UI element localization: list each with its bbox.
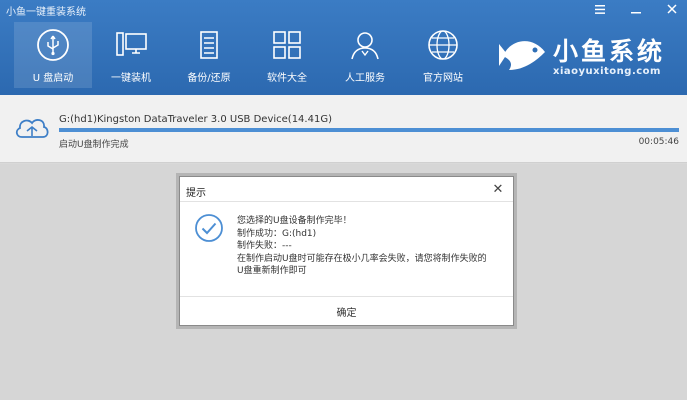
nav-item-service[interactable]: 人工服务 xyxy=(326,22,404,88)
main-nav: U 盘启动 一键装机 备份/还原 软件大全 人工服务 官方网站 xyxy=(14,22,482,88)
cloud-usb-icon xyxy=(14,115,50,145)
brand-name: 小鱼系统 xyxy=(553,37,666,66)
header-bar: 小鱼一键重装系统 U 盘启动 一键装机 备份/还原 软件大全 人工服务 官方网站… xyxy=(0,0,687,95)
nav-label: 人工服务 xyxy=(345,73,385,84)
close-window-icon[interactable] xyxy=(665,2,679,16)
message-line: U盘重新制作即可 xyxy=(237,266,307,276)
nav-item-usb-boot[interactable]: U 盘启动 xyxy=(14,22,92,88)
elapsed-time: 00:05:46 xyxy=(638,137,679,147)
message-line: 您选择的U盘设备制作完毕！ xyxy=(237,216,352,226)
window-controls xyxy=(593,2,679,16)
nav-item-software[interactable]: 软件大全 xyxy=(248,22,326,88)
nav-label: 一键装机 xyxy=(111,73,151,84)
nav-label: U 盘启动 xyxy=(32,73,74,84)
nav-item-website[interactable]: 官方网站 xyxy=(404,22,482,88)
apps-grid-icon xyxy=(270,28,304,62)
nav-label: 备份/还原 xyxy=(187,73,231,84)
progress-panel: G:(hd1)Kingston DataTraveler 3.0 USB Dev… xyxy=(0,95,687,163)
minimize-icon[interactable] xyxy=(629,2,643,16)
user-service-icon xyxy=(348,28,382,62)
close-icon[interactable]: ✕ xyxy=(491,182,505,197)
backup-icon xyxy=(192,28,226,62)
message-line: 制作失败：--- xyxy=(237,241,292,251)
device-name: G:(hd1)Kingston DataTraveler 3.0 USB Dev… xyxy=(59,114,332,125)
ok-button[interactable]: 确定 xyxy=(180,297,513,325)
menu-icon[interactable] xyxy=(593,2,607,16)
progress-status: 启动U盘制作完成 xyxy=(59,140,129,150)
progress-fill xyxy=(59,128,679,132)
nav-item-backup-restore[interactable]: 备份/还原 xyxy=(170,22,248,88)
fish-logo-icon xyxy=(499,41,545,70)
message-line: 在制作启动U盘时可能存在极小几率会失败，请您将制作失败的 xyxy=(237,253,487,264)
brand-logo: 小鱼系统 xiaoyuxitong.com xyxy=(497,30,677,86)
brand-url: xiaoyuxitong.com xyxy=(553,66,661,77)
computer-icon xyxy=(114,28,148,62)
message-line: 制作成功：G:(hd1) xyxy=(237,228,317,239)
globe-icon xyxy=(426,28,460,62)
dialog-message: 您选择的U盘设备制作完毕！ 制作成功：G:(hd1) 制作失败：--- 在制作启… xyxy=(237,215,505,278)
divider xyxy=(180,201,513,202)
progress-bar xyxy=(59,128,679,132)
nav-item-one-click-install[interactable]: 一键装机 xyxy=(92,22,170,88)
usb-icon xyxy=(36,28,70,62)
nav-label: 官方网站 xyxy=(423,73,463,84)
window-title: 小鱼一键重装系统 xyxy=(6,7,86,18)
dialog-title: 提示 xyxy=(186,188,206,199)
completion-dialog: 提示 ✕ 您选择的U盘设备制作完毕！ 制作成功：G:(hd1) 制作失败：---… xyxy=(179,176,514,326)
check-circle-icon xyxy=(194,213,224,247)
nav-label: 软件大全 xyxy=(267,73,307,84)
